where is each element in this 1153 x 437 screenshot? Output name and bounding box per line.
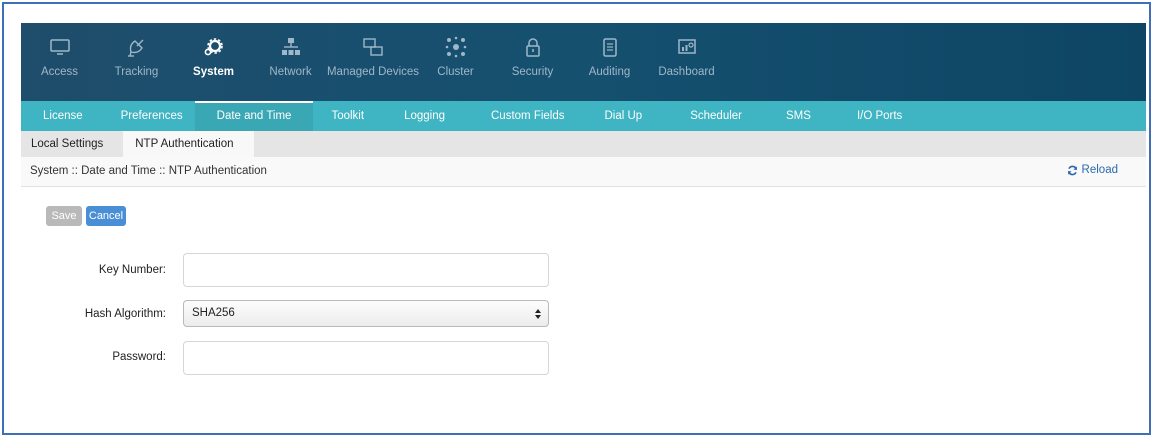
satellite-icon [127, 39, 143, 57]
subnav-custom-fields[interactable]: Custom Fields [479, 101, 577, 131]
subnav-preferences[interactable]: Preferences [109, 101, 195, 131]
tab-local-settings[interactable]: Local Settings [21, 131, 123, 157]
breadcrumb: System :: Date and Time :: NTP Authentic… [30, 165, 267, 177]
nav-tracking[interactable]: Tracking [98, 23, 175, 101]
nav-cluster[interactable]: Cluster [417, 23, 494, 101]
nav-access-label: Access [40, 66, 79, 78]
network-icon [281, 38, 300, 55]
save-button[interactable]: Save [46, 206, 82, 226]
nav-access[interactable]: Access [21, 23, 98, 101]
dashboard-icon [677, 39, 696, 54]
nav-cluster-label: Cluster [437, 66, 474, 78]
nav-tracking-label: Tracking [114, 66, 159, 78]
nav-system[interactable]: System [175, 23, 252, 101]
tab-bar: Local Settings NTP Authentication [21, 131, 1146, 157]
nav-auditing-label: Auditing [588, 66, 631, 78]
subnav-io-ports[interactable]: I/O Ports [845, 101, 914, 131]
password-input[interactable] [183, 341, 549, 375]
nav-security-label: Security [511, 66, 554, 78]
subnav-scheduler[interactable]: Scheduler [678, 101, 754, 131]
cancel-button[interactable]: Cancel [86, 206, 126, 226]
monitor-icon [49, 39, 70, 55]
hash-algorithm-label: Hash Algorithm: [84, 308, 166, 320]
nav-security[interactable]: Security [494, 23, 571, 101]
nav-network-label: Network [269, 66, 312, 78]
refresh-icon [1067, 165, 1077, 175]
lock-icon [525, 38, 540, 57]
hash-algorithm-select[interactable]: SHA256 [183, 300, 549, 327]
subnav-dial-up[interactable]: Dial Up [593, 101, 655, 131]
nav-managed-devices[interactable]: Managed Devices [326, 23, 420, 101]
nav-network[interactable]: Network [252, 23, 329, 101]
devices-icon [363, 38, 383, 56]
nav-managed-devices-label: Managed Devices [326, 66, 420, 78]
key-number-input[interactable] [183, 253, 549, 287]
gear-icon [204, 38, 223, 56]
subnav-date-and-time[interactable]: Date and Time [194, 101, 314, 131]
password-label: Password: [112, 351, 166, 363]
nav-auditing[interactable]: Auditing [571, 23, 648, 101]
reload-label: Reload [1081, 164, 1118, 176]
key-number-label: Key Number: [98, 264, 166, 276]
top-navigation: Access Tracking System Network Managed D… [21, 23, 1146, 101]
subnav-toolkit[interactable]: Toolkit [319, 101, 376, 131]
subnav-logging[interactable]: Logging [392, 101, 457, 131]
hash-algorithm-value: SHA256 [192, 307, 235, 319]
tab-ntp-authentication[interactable]: NTP Authentication [123, 131, 254, 157]
nav-dashboard[interactable]: Dashboard [648, 23, 725, 101]
breadcrumb-bar: System :: Date and Time :: NTP Authentic… [21, 157, 1146, 187]
reload-button[interactable]: Reload [1067, 164, 1118, 176]
sub-navigation: License Preferences Date and Time Toolki… [21, 101, 1146, 131]
subnav-sms[interactable]: SMS [774, 101, 823, 131]
select-arrows-icon [535, 309, 541, 319]
nav-system-label: System [193, 66, 234, 78]
nav-dashboard-label: Dashboard [658, 66, 715, 78]
cluster-icon [445, 36, 466, 58]
clipboard-icon [602, 38, 617, 57]
app-window: Access Tracking System Network Managed D… [2, 2, 1151, 435]
subnav-license[interactable]: License [31, 101, 95, 131]
